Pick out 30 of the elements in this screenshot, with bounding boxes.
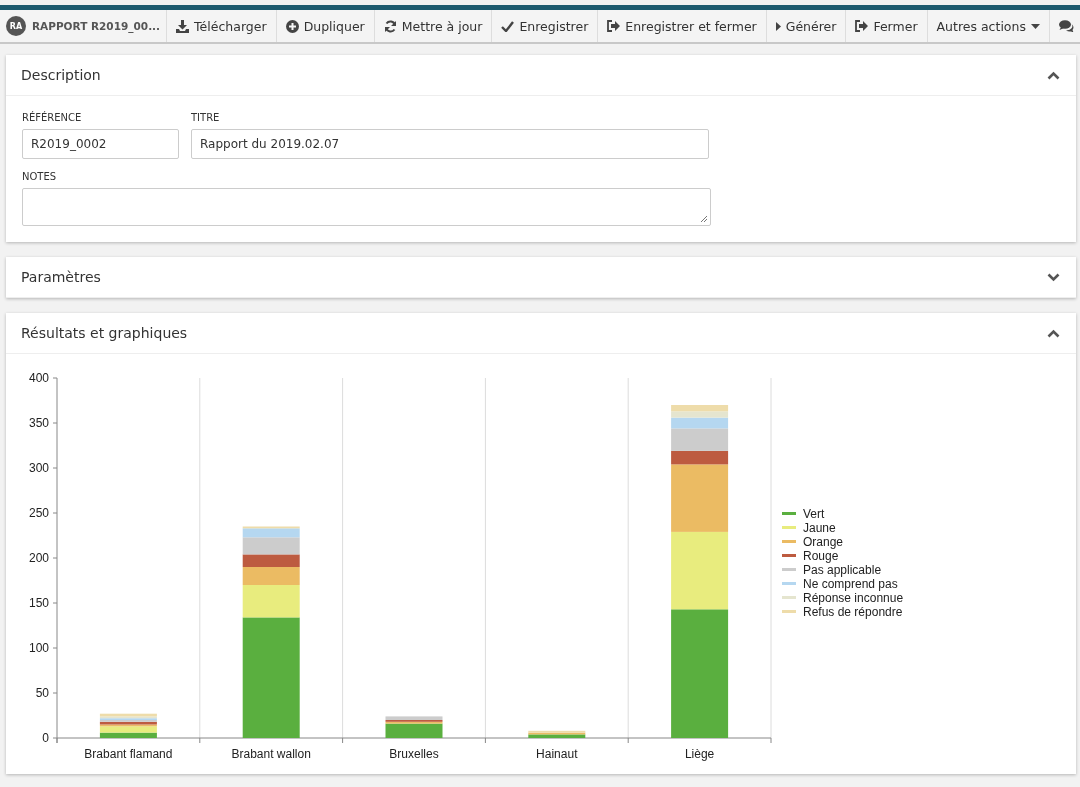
legend-label: Vert (803, 507, 825, 521)
x-tick-label: Brabant wallon (231, 747, 311, 761)
y-tick-label: 350 (28, 416, 49, 430)
y-tick-label: 300 (28, 461, 49, 475)
y-tick-label: 200 (28, 551, 49, 565)
x-tick-label: Brabant flamand (84, 747, 173, 761)
record-badge: RA (6, 16, 26, 36)
legend-label: Refus de répondre (803, 605, 903, 619)
y-tick-label: 0 (42, 731, 49, 745)
legend-label: Orange (803, 535, 844, 549)
legend-label: Ne comprend pas (803, 577, 898, 591)
panel-title: Résultats et graphiques (21, 325, 188, 341)
y-tick-label: 400 (28, 371, 49, 385)
legend-label: Réponse inconnue (803, 591, 904, 605)
legend-label: Pas applicable (803, 563, 882, 577)
legend-label: Jaune (803, 521, 836, 535)
y-tick-label: 100 (28, 641, 49, 655)
field-label: TITRE (191, 112, 221, 123)
x-tick-label: Liège (684, 747, 715, 761)
record-title: RAPPORT R2019_00... (32, 20, 161, 32)
panel-title: Paramètres (21, 269, 101, 285)
panel-title: Description (21, 67, 101, 83)
legend-label: Rouge (803, 549, 839, 563)
x-tick-label: Bruxelles (389, 747, 439, 761)
y-tick-label: 50 (35, 686, 49, 700)
x-tick-label: Hainaut (536, 747, 578, 761)
field-label: NOTES (22, 171, 58, 182)
y-tick-label: 150 (28, 596, 49, 610)
y-tick-label: 250 (28, 506, 49, 520)
field-label: RÉFÉRENCE (22, 112, 83, 123)
